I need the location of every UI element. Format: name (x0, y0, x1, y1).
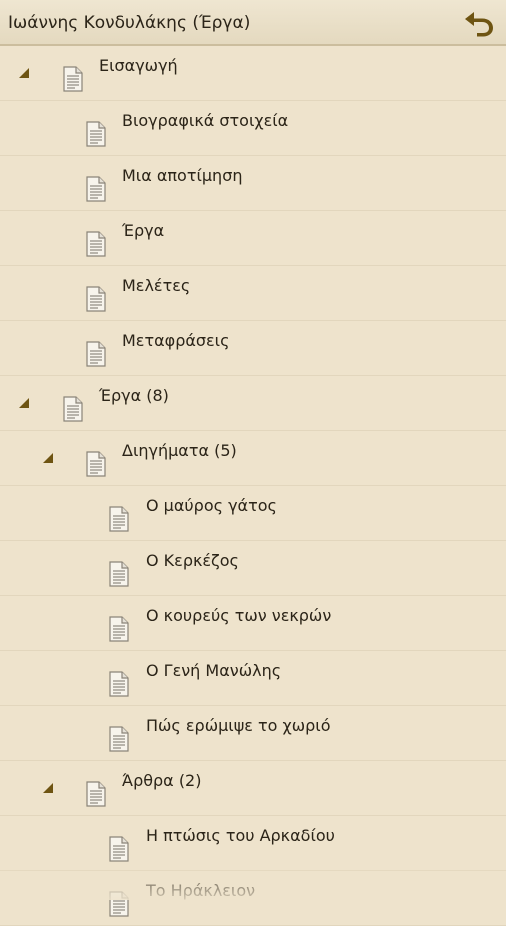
document-icon (109, 671, 129, 697)
expanded-arrow-icon[interactable] (18, 397, 30, 409)
document-icon (109, 726, 129, 752)
tree-item-label: Έργα (8) (99, 386, 169, 405)
document-icon (86, 121, 106, 147)
document-icon (109, 506, 129, 532)
expanded-arrow-icon[interactable] (18, 67, 30, 79)
tree-item-label: Ο μαύρος γάτος (146, 496, 277, 515)
tree-row[interactable]: Ο Γενή Μανώλης (0, 651, 506, 706)
tree-row[interactable]: Διηγήματα (5) (0, 431, 506, 486)
tree-item-label: Διηγήματα (5) (122, 441, 237, 460)
expanded-arrow-icon[interactable] (42, 782, 54, 794)
tree-item-label: Έργα (122, 221, 165, 240)
document-icon (86, 341, 106, 367)
tree-row[interactable]: Μια αποτίμηση (0, 156, 506, 211)
page-title: Ιωάννης Κονδυλάκης (Έργα) (8, 13, 251, 33)
tree-row[interactable]: Το Ηράκλειον (0, 871, 506, 926)
tree-item-label: Βιογραφικά στοιχεία (122, 111, 289, 130)
document-icon (63, 396, 83, 422)
tree-item-label: Μελέτες (122, 276, 191, 295)
tree-item-label: Ο Κερκέζος (146, 551, 239, 570)
tree-row[interactable]: Ο κουρεύς των νεκρών (0, 596, 506, 651)
tree-item-label: Ο Γενή Μανώλης (146, 661, 282, 680)
document-icon (109, 616, 129, 642)
document-icon (86, 231, 106, 257)
back-button[interactable] (462, 8, 496, 38)
action-bar: Ιωάννης Κονδυλάκης (Έργα) (0, 0, 506, 46)
tree-item-label: Το Ηράκλειον (146, 881, 256, 900)
tree-item-label: Η πτώσις του Αρκαδίου (146, 826, 335, 845)
tree-row[interactable]: Μελέτες (0, 266, 506, 321)
tree-item-label: Μεταφράσεις (122, 331, 230, 350)
document-icon (86, 176, 106, 202)
document-icon (109, 836, 129, 862)
document-icon (63, 66, 83, 92)
tree-item-label: Εισαγωγή (99, 56, 178, 75)
tree-row[interactable]: Βιογραφικά στοιχεία (0, 101, 506, 156)
tree-list: Εισαγωγή Βιογραφικά στοιχεία Μια αποτίμηση… (0, 46, 506, 926)
document-icon (109, 891, 129, 917)
tree-row[interactable]: Εισαγωγή (0, 46, 506, 101)
tree-row[interactable]: Ο Κερκέζος (0, 541, 506, 596)
tree-row[interactable]: Ο μαύρος γάτος (0, 486, 506, 541)
tree-row[interactable]: Η πτώσις του Αρκαδίου (0, 816, 506, 871)
expanded-arrow-icon[interactable] (42, 452, 54, 464)
document-icon (86, 286, 106, 312)
tree-row[interactable]: Μεταφράσεις (0, 321, 506, 376)
document-icon (86, 451, 106, 477)
tree-item-label: Άρθρα (2) (122, 771, 202, 790)
tree-item-label: Ο κουρεύς των νεκρών (146, 606, 332, 625)
back-arrow-icon (465, 12, 493, 37)
tree-item-label: Πώς ερώμιψε το χωριό (146, 716, 331, 735)
tree-item-label: Μια αποτίμηση (122, 166, 243, 185)
document-icon (86, 781, 106, 807)
tree-row[interactable]: Έργα (0, 211, 506, 266)
tree-row[interactable]: Πώς ερώμιψε το χωριό (0, 706, 506, 761)
tree-row[interactable]: Έργα (8) (0, 376, 506, 431)
document-icon (109, 561, 129, 587)
tree-row[interactable]: Άρθρα (2) (0, 761, 506, 816)
